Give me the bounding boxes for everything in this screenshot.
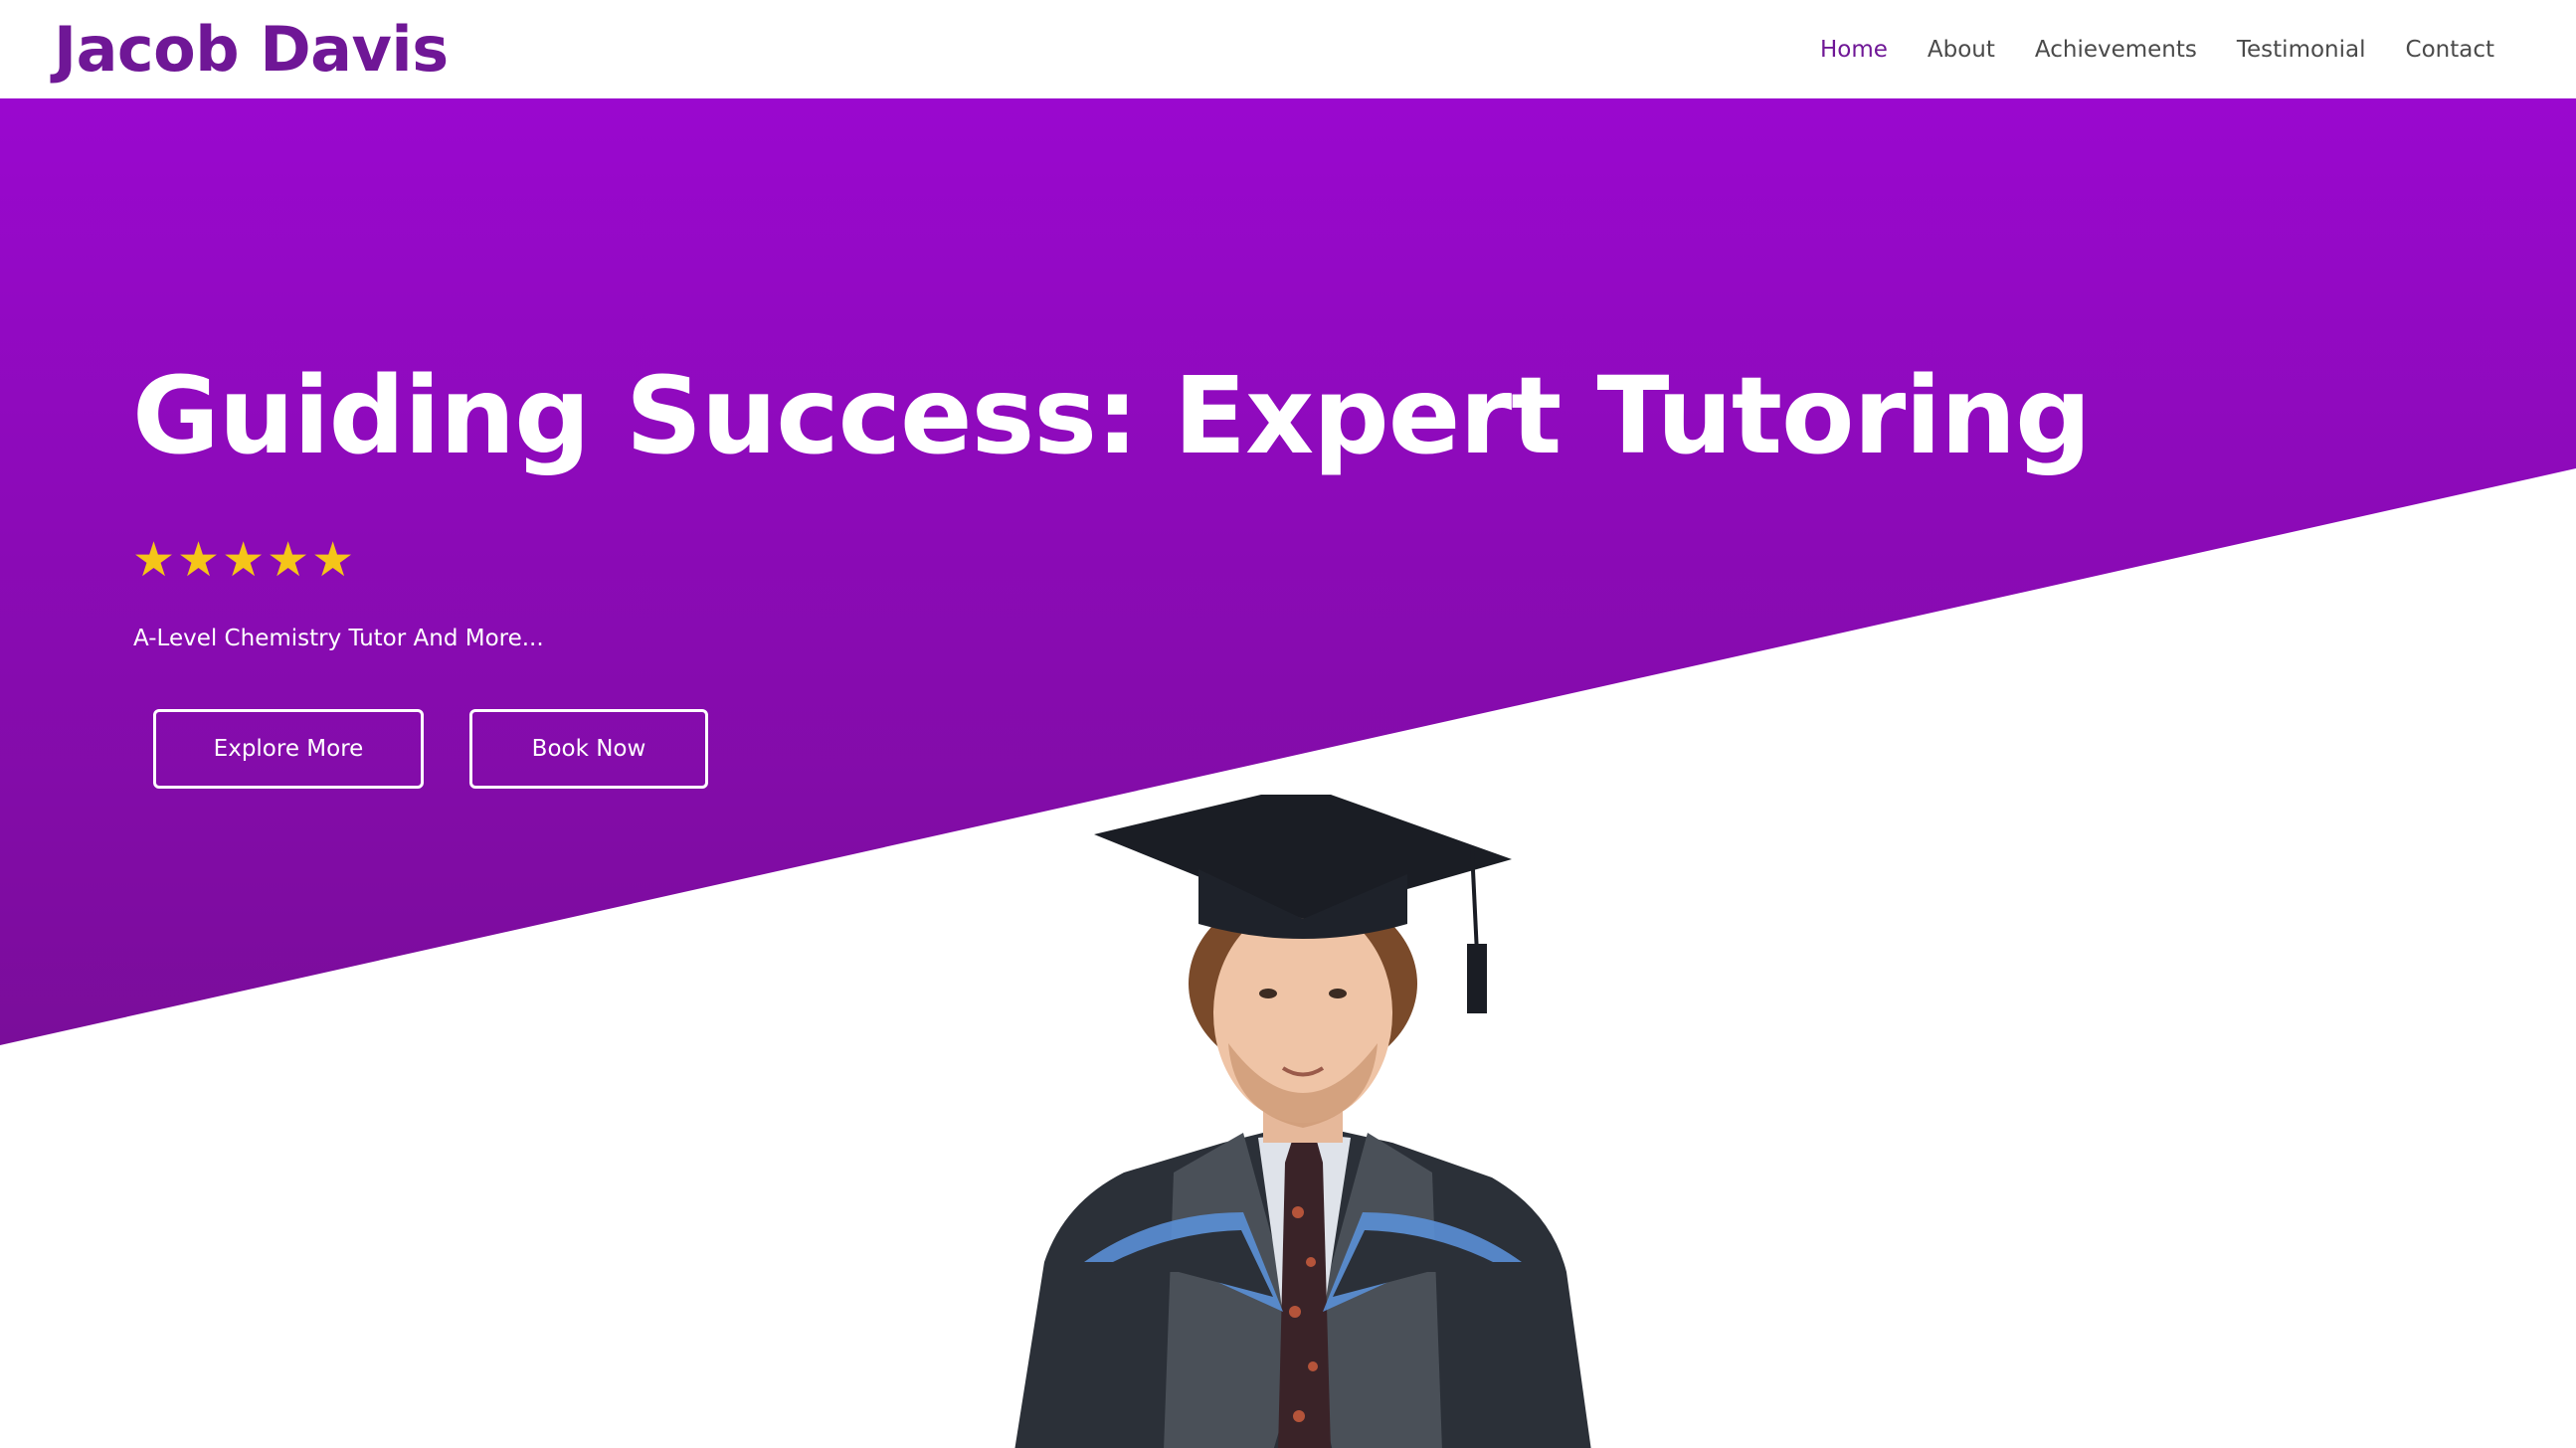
- star-icon: ★: [222, 532, 266, 588]
- nav-testimonial[interactable]: Testimonial: [2237, 37, 2366, 63]
- star-icon: ★: [267, 532, 310, 588]
- site-header: Jacob Davis Home About Achievements Test…: [0, 0, 2576, 98]
- site-logo[interactable]: Jacob Davis: [54, 18, 449, 81]
- nav-home[interactable]: Home: [1820, 37, 1888, 63]
- nav-achievements[interactable]: Achievements: [2035, 37, 2197, 63]
- star-icon: ★: [311, 532, 355, 588]
- nav-contact[interactable]: Contact: [2406, 37, 2494, 63]
- hero-section: Guiding Success: Expert Tutoring ★ ★ ★ ★…: [0, 98, 2576, 1448]
- explore-more-button[interactable]: Explore More: [153, 709, 424, 789]
- star-icon: ★: [132, 532, 176, 588]
- hero-title: Guiding Success: Expert Tutoring: [132, 355, 2092, 478]
- nav-about[interactable]: About: [1928, 37, 1995, 63]
- hero-subtitle: A-Level Chemistry Tutor And More...: [133, 626, 544, 651]
- main-nav: Home About Achievements Testimonial Cont…: [1820, 37, 2494, 63]
- graduate-portrait-image: [1014, 795, 1591, 1448]
- star-icon: ★: [177, 532, 221, 588]
- star-rating: ★ ★ ★ ★ ★: [132, 536, 354, 584]
- book-now-button[interactable]: Book Now: [469, 709, 708, 789]
